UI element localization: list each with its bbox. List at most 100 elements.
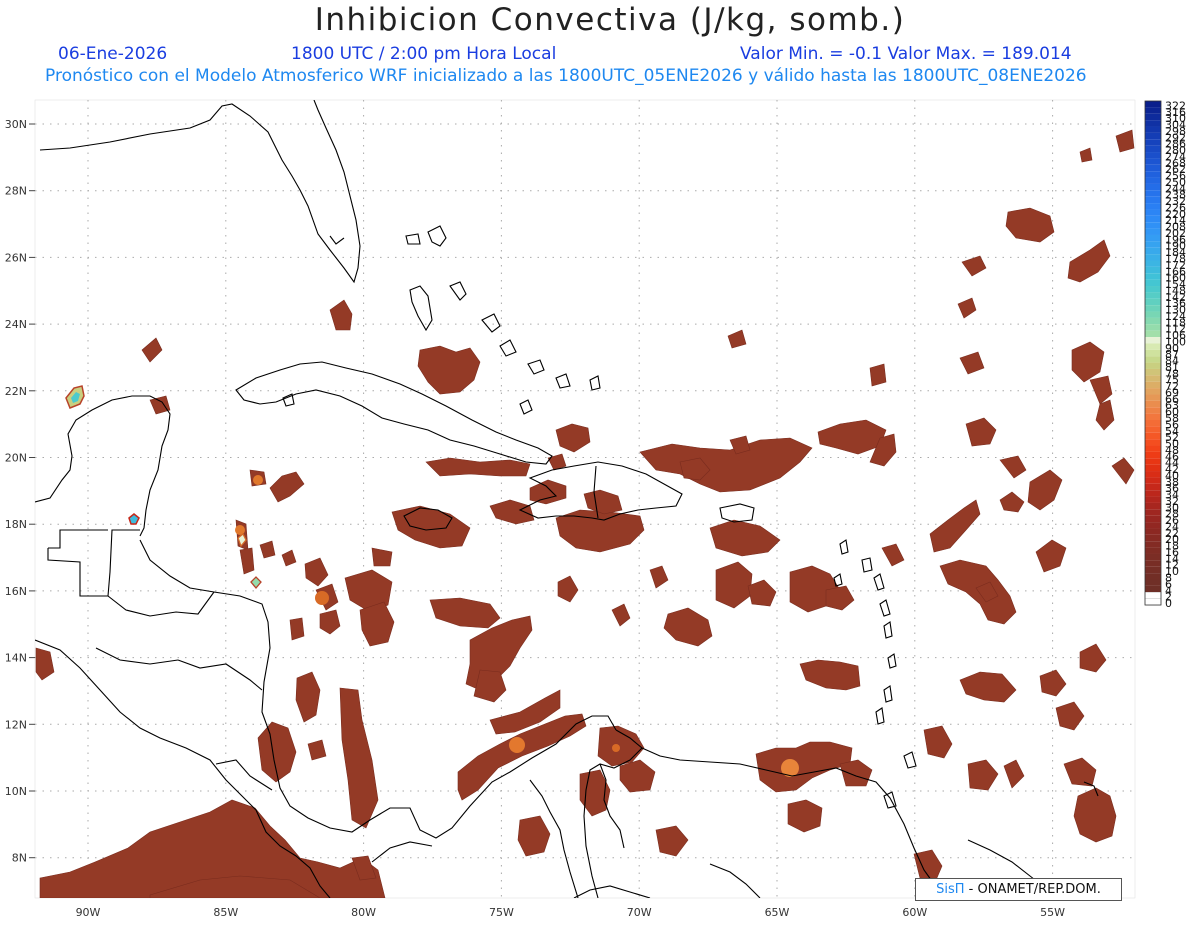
- lon-label: 80W: [351, 906, 376, 919]
- colorbar-label: 0: [1165, 597, 1172, 610]
- colorbar-swatch: [1145, 426, 1161, 433]
- colorbar-swatch: [1145, 113, 1161, 121]
- colorbar-swatch: [1145, 458, 1161, 465]
- lon-labels: 90W 85W 80W 75W 70W 65W 60W 55W: [76, 906, 1066, 919]
- colorbar-swatch: [1145, 190, 1161, 197]
- colorbar-swatch: [1145, 573, 1161, 580]
- colorbar-swatch: [1145, 260, 1161, 267]
- lat-label: 22N: [5, 385, 27, 398]
- colorbar-swatch: [1145, 343, 1161, 350]
- colorbar-swatch: [1145, 432, 1161, 440]
- colorbar-swatch: [1145, 509, 1161, 516]
- colorbar-swatch: [1145, 413, 1161, 420]
- colorbar-swatch: [1144, 592, 1162, 599]
- colorbar-swatch: [1145, 222, 1161, 229]
- colorbar-swatch: [1145, 566, 1161, 574]
- colorbar-swatch: [1145, 254, 1161, 261]
- colorbar-swatch: [1145, 451, 1161, 459]
- colorbar-swatch: [1145, 279, 1161, 287]
- colorbar-swatch: [1145, 158, 1161, 165]
- colorbar-swatch: [1145, 579, 1161, 586]
- colorbar-swatch: [1145, 292, 1161, 299]
- colorbar-swatch: [1145, 368, 1161, 376]
- colorbar-swatch: [1145, 502, 1161, 510]
- colorbar-swatch: [1145, 483, 1161, 491]
- lon-label: 75W: [489, 906, 514, 919]
- value-range: Valor Min. = -0.1 Valor Max. = 189.014: [740, 44, 1072, 64]
- lat-label: 26N: [5, 251, 27, 264]
- colorbar-swatch: [1145, 515, 1161, 523]
- colorbar-swatch: [1145, 196, 1161, 204]
- credit-box: SisΠ - ONAMET/REP.DOM.: [915, 878, 1122, 901]
- cin-forecast-map: 30N 28N 26N 24N 22N 20N 18N 16N 14N 12N 10N 8N 90W 8…: [5, 99, 1186, 919]
- colorbar-swatch: [1145, 490, 1161, 497]
- colorbar-swatch: [1145, 241, 1161, 248]
- lat-label: 20N: [5, 452, 27, 465]
- colorbar-swatch: [1145, 247, 1161, 255]
- lat-labels: 30N 28N 26N 24N 22N 20N 18N 16N 14N 12N 10N 8N: [5, 118, 35, 865]
- lat-label: 14N: [5, 652, 27, 665]
- colorbar-swatch: [1145, 534, 1161, 542]
- colorbar-swatch: [1145, 126, 1161, 133]
- lat-label: 12N: [5, 718, 27, 731]
- colorbar-swatch: [1145, 311, 1161, 318]
- colorbar-swatch: [1145, 286, 1161, 293]
- colorbar-swatch: [1145, 298, 1161, 306]
- lat-label: 16N: [5, 585, 27, 598]
- colorbar-swatch: [1145, 477, 1161, 484]
- colorbar-swatch: [1145, 464, 1161, 472]
- credit-text: - ONAMET/REP.DOM.: [964, 882, 1101, 897]
- colorbar-swatch: [1145, 209, 1161, 216]
- lat-label: 8N: [12, 852, 27, 865]
- credit-brand: SisΠ: [936, 882, 965, 897]
- colorbar-swatch: [1145, 522, 1161, 529]
- lat-label: 18N: [5, 518, 27, 531]
- colorbar-swatch: [1145, 356, 1161, 363]
- colorbar: 3223163103042982922862802742682622562502…: [1144, 99, 1186, 610]
- colorbar-swatch: [1145, 215, 1161, 223]
- colorbar-swatch: [1145, 330, 1161, 338]
- colorbar-swatch: [1145, 394, 1161, 401]
- colorbar-swatch: [1145, 305, 1161, 312]
- forecast-time: 1800 UTC / 2:00 pm Hora Local: [291, 44, 557, 64]
- colorbar-swatch: [1145, 381, 1161, 389]
- colorbar-swatch: [1145, 107, 1161, 114]
- colorbar-swatch: [1145, 420, 1161, 427]
- colorbar-swatch: [1145, 407, 1161, 414]
- colorbar-swatch: [1145, 547, 1161, 554]
- colorbar-swatch: [1145, 164, 1161, 172]
- lon-label: 65W: [765, 906, 790, 919]
- colorbar-swatch: [1145, 152, 1161, 159]
- model-info: Pronóstico con el Modelo Atmosferico WRF…: [45, 66, 1087, 86]
- lat-label: 30N: [5, 118, 27, 131]
- colorbar-swatch: [1144, 598, 1162, 606]
- colorbar-swatch: [1145, 273, 1161, 280]
- forecast-date: 06-Ene-2026: [58, 44, 168, 64]
- colorbar-swatch: [1145, 177, 1161, 184]
- colorbar-swatch: [1145, 388, 1161, 395]
- colorbar-swatch: [1145, 145, 1161, 153]
- lon-label: 70W: [627, 906, 652, 919]
- colorbar-swatch: [1145, 266, 1161, 274]
- colorbar-swatch: [1145, 445, 1161, 452]
- colorbar-swatch: [1145, 496, 1161, 503]
- lon-label: 60W: [902, 906, 927, 919]
- lat-label: 24N: [5, 318, 27, 331]
- lat-label: 10N: [5, 785, 27, 798]
- colorbar-swatch: [1145, 120, 1161, 127]
- colorbar-swatch: [1145, 101, 1161, 108]
- colorbar-swatch: [1145, 139, 1161, 146]
- colorbar-swatch: [1145, 234, 1161, 242]
- colorbar-swatch: [1145, 439, 1161, 446]
- lon-label: 90W: [76, 906, 101, 919]
- colorbar-swatch: [1145, 528, 1161, 535]
- colorbar-swatch: [1145, 400, 1161, 408]
- lat-label: 28N: [5, 185, 27, 198]
- colorbar-swatch: [1145, 375, 1161, 382]
- colorbar-swatch: [1145, 471, 1161, 478]
- colorbar-swatch: [1145, 362, 1161, 369]
- colorbar-swatch: [1145, 324, 1161, 331]
- colorbar-swatch: [1145, 541, 1161, 548]
- colorbar-swatch: [1145, 317, 1161, 325]
- lon-label: 55W: [1040, 906, 1065, 919]
